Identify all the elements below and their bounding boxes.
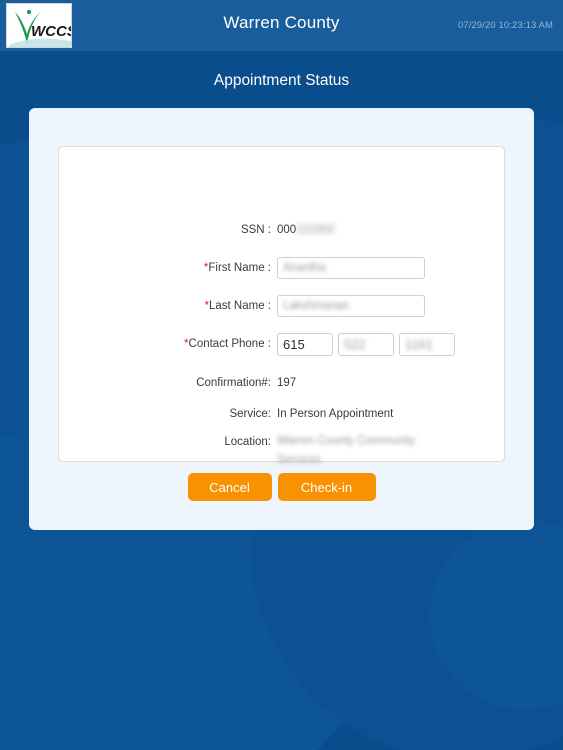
header-timestamp: 07/29/20 10:23:13 AM <box>458 20 553 31</box>
form-row-ssn: SSN : 000121002 <box>59 217 506 243</box>
form-row-confirmation: Confirmation#: 197 <box>59 370 506 396</box>
confirmation-value: 197 <box>277 377 297 389</box>
last-name-label-text: Last Name : <box>209 300 271 312</box>
form-row-location: Location: Warren County Community Servic… <box>59 432 506 476</box>
form-row-contact-phone: *Contact Phone : 615 522 1161 <box>59 330 506 358</box>
first-name-label: *First Name : <box>59 262 277 274</box>
phone-line-input[interactable]: 1161 <box>399 332 455 356</box>
first-name-label-text: First Name : <box>208 262 271 274</box>
contact-phone-label-text: Contact Phone : <box>188 338 271 350</box>
phone-prefix-value: 522 <box>344 336 366 352</box>
last-name-label: *Last Name : <box>59 300 277 312</box>
ssn-visible-digits: 000 <box>277 224 297 236</box>
header-bar: WCCS Warren County 07/29/20 10:23:13 AM <box>0 0 563 51</box>
form-row-service: Service: In Person Appointment <box>59 401 506 427</box>
cancel-button[interactable]: Cancel <box>187 473 272 501</box>
service-label: Service: <box>229 408 271 420</box>
phone-line-value: 1161 <box>405 336 433 352</box>
form-row-first-name: *First Name : Anantha <box>59 255 506 281</box>
form-actions: Cancel Check-in <box>29 473 534 501</box>
appointment-panel: SSN : 000121002 *First Name : Anantha *L… <box>29 108 534 530</box>
confirmation-label: Confirmation#: <box>196 377 271 389</box>
page-title: Appointment Status <box>213 72 350 89</box>
appointment-form-card: SSN : 000121002 *First Name : Anantha *L… <box>58 146 506 466</box>
ssn-label: SSN : <box>240 224 271 236</box>
location-value: Warren County Community Services <box>277 435 416 466</box>
ssn-masked-digits: 121002 <box>296 224 335 236</box>
ssn-value: 000121002 <box>277 224 335 236</box>
check-in-button[interactable]: Check-in <box>277 473 376 501</box>
first-name-input[interactable]: Anantha <box>277 257 425 279</box>
phone-area-code-value: 615 <box>283 336 305 352</box>
service-value: In Person Appointment <box>277 408 394 420</box>
contact-phone-label: *Contact Phone : <box>59 338 277 350</box>
form-row-last-name: *Last Name : Lakshmanan <box>59 293 506 319</box>
phone-area-code-input[interactable]: 615 <box>277 332 333 356</box>
location-label: Location: <box>224 436 271 448</box>
last-name-value: Lakshmanan <box>283 300 349 312</box>
first-name-value: Anantha <box>283 262 326 274</box>
phone-prefix-input[interactable]: 522 <box>338 332 394 356</box>
last-name-input[interactable]: Lakshmanan <box>277 295 425 317</box>
